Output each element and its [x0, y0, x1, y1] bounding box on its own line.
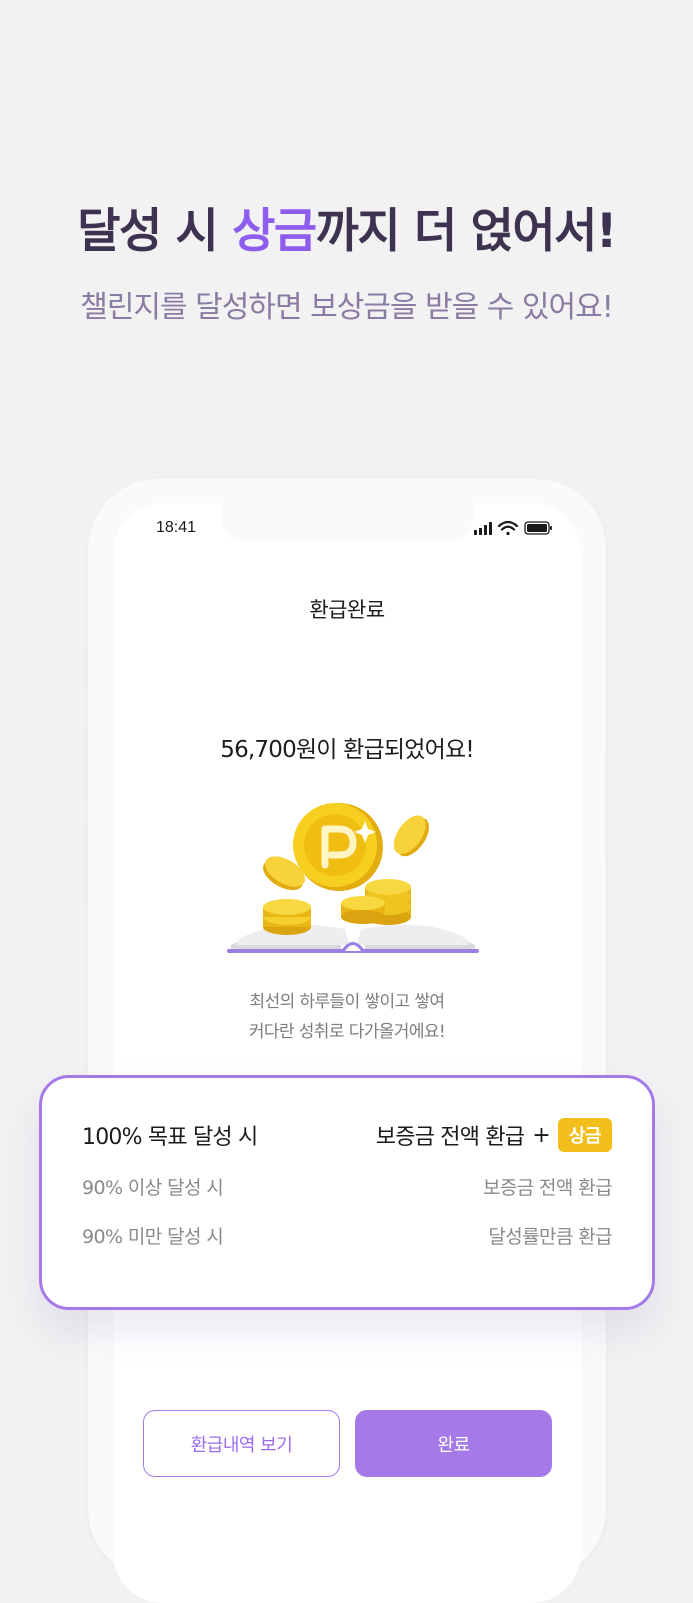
phone-volume-down — [84, 825, 88, 900]
p-coin-icon — [293, 803, 383, 891]
reward-row-90-plus: 90% 이상 달성 시 보증금 전액 환급 — [82, 1173, 613, 1200]
refund-history-button[interactable]: 환급내역 보기 — [143, 1410, 340, 1477]
hero-title-part2: 까지 더 얹어서! — [315, 204, 618, 259]
reward-card: 100% 목표 달성 시 보증금 전액 환급 + 상금 90% 이상 달성 시 … — [39, 1075, 655, 1310]
phone-volume-up — [84, 725, 88, 800]
flying-coin-right-icon — [393, 815, 429, 857]
coins-book-illustration — [227, 803, 479, 953]
hero-title-part1: 달성 시 — [77, 204, 233, 259]
motto-line-2: 커다란 성취로 다가올거에요! — [248, 1022, 446, 1042]
coin-stack-left-icon — [263, 899, 311, 935]
battery-icon — [524, 521, 552, 535]
motto: 최선의 하루들이 쌓이고 쌓여 커다란 성취로 다가올거에요! — [113, 987, 581, 1047]
reward-condition: 90% 이상 달성 시 — [82, 1177, 224, 1199]
reward-condition: 100% 목표 달성 시 — [82, 1125, 258, 1150]
wifi-icon — [497, 520, 519, 536]
phone-power-button — [605, 750, 609, 860]
status-time: 18:41 — [156, 519, 197, 536]
hero-title: 달성 시 상금까지 더 얹어서! — [0, 196, 693, 268]
hero-title-highlight: 상금 — [232, 204, 317, 259]
screen-title: 환급완료 — [309, 598, 385, 622]
refund-message: 56,700원이 환급되었어요! — [220, 737, 474, 763]
reward-value: 보증금 전액 환급 — [375, 1125, 525, 1150]
hero-subtitle: 챌린지를 달성하면 보상금을 받을 수 있어요! — [80, 290, 614, 325]
reward-row-under-90: 90% 미만 달성 시 달성률만큼 환급 — [82, 1222, 613, 1249]
reward-value-group: 보증금 전액 환급 + 상금 — [376, 1118, 612, 1152]
prize-badge: 상금 — [557, 1118, 612, 1152]
notch — [221, 503, 473, 541]
reward-value: 보증금 전액 환급 — [482, 1177, 613, 1199]
status-icons — [474, 520, 552, 536]
plus-sign: + — [532, 1122, 550, 1148]
motto-line-1: 최선의 하루들이 쌓이고 쌓여 — [249, 992, 446, 1012]
reward-row-full: 100% 목표 달성 시 보증금 전액 환급 + 상금 — [82, 1118, 612, 1152]
reward-value: 달성률만큼 환급 — [488, 1226, 612, 1248]
done-button[interactable]: 완료 — [355, 1410, 552, 1477]
reward-condition: 90% 미만 달성 시 — [82, 1226, 224, 1248]
signal-icon — [474, 522, 492, 535]
phone-side-button — [84, 650, 88, 690]
